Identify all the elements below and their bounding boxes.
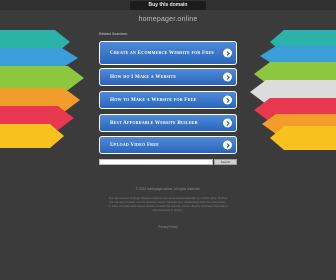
chevron-right-icon [223,140,232,150]
chevron-right-icon [223,95,232,105]
link-make-website-free[interactable]: How to Make a Website for Free [99,91,237,109]
search-input[interactable] [99,159,213,165]
ribbon-right-7 [270,126,336,150]
link-upload-video[interactable]: Upload Video Free [99,136,237,154]
link-how-make-website[interactable]: How do I Make a Website [99,68,237,86]
search-button[interactable]: Search [214,159,237,165]
link-label: How do I Make a Website [110,74,177,80]
link-label: How to Make a Website for Free [110,97,197,103]
disclaimer-text: The Sponsored Listings displayed above a… [108,196,228,213]
related-searches-label: Related Searches: [99,32,128,36]
ribbon-left-2 [0,48,78,68]
link-label: Best Affordable Website Builder [110,120,198,126]
chevron-right-icon [223,48,232,58]
chevron-right-icon [223,72,232,82]
ribbon-left-3 [0,66,84,90]
copyright-text: © 2024 homepager.online. All rights rese… [135,187,201,191]
chevron-right-icon [223,118,232,128]
link-ecommerce-website[interactable]: Create an Ecommerce Website for Free [99,41,237,65]
link-label: Create an Ecommerce Website for Free [110,50,215,56]
link-website-builder[interactable]: Best Affordable Website Builder [99,114,237,132]
link-label: Upload Video Free [110,142,160,148]
privacy-policy-link[interactable]: Privacy Policy [0,225,336,229]
